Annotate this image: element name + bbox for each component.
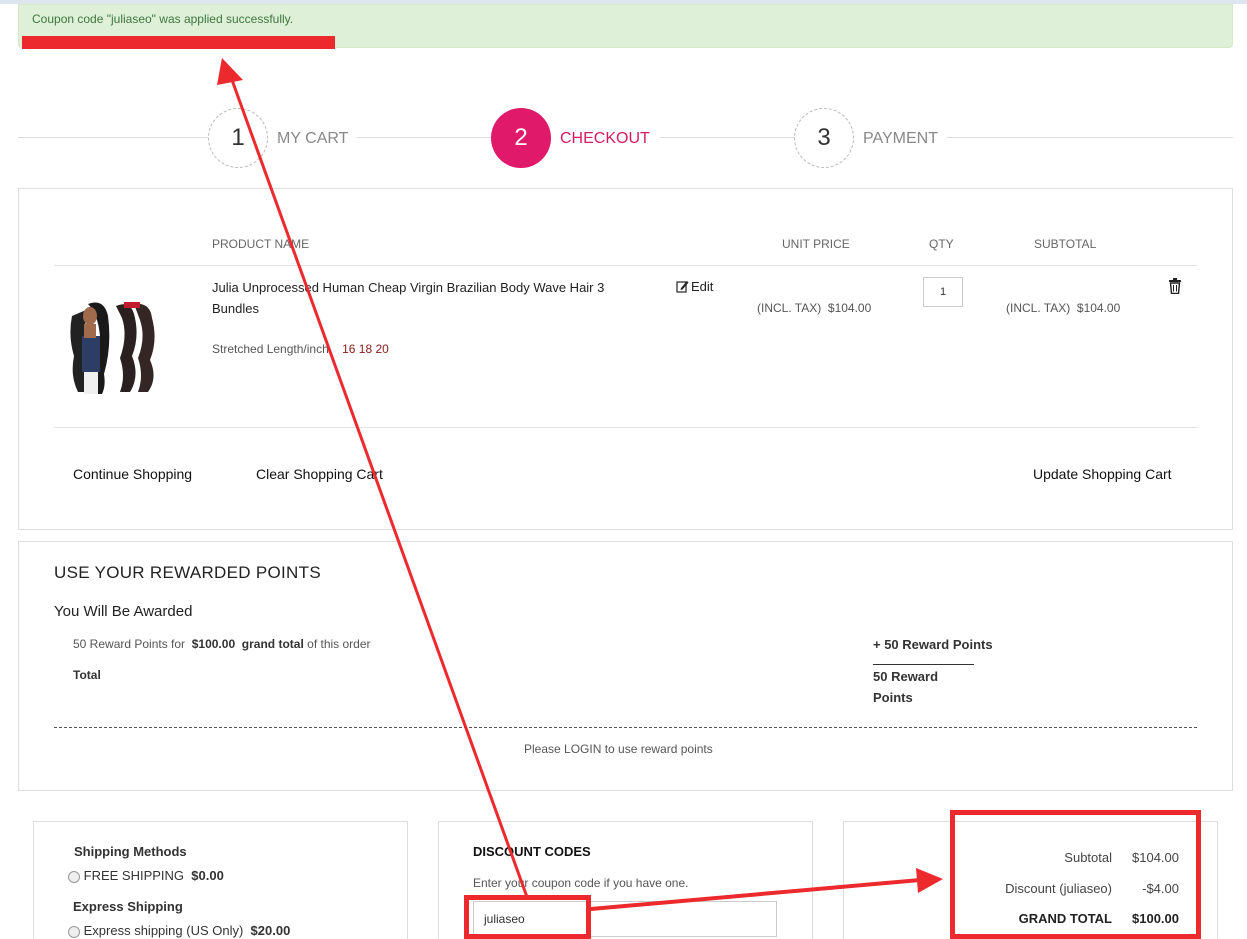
express-shipping-label: Express shipping (US Only) [83, 923, 244, 938]
rewards-line-suffix: of this order [307, 637, 371, 651]
unit-price: (INCL. TAX) $104.00 [757, 301, 871, 315]
rewards-title: USE YOUR REWARDED POINTS [54, 563, 321, 582]
annotation-arrowhead [217, 58, 243, 85]
rewards-plus-points: + 50 Reward Points [873, 637, 993, 652]
express-shipping-option[interactable]: Express shipping (US Only) $20.00 [68, 923, 290, 938]
header-unit-price: UNIT PRICE [782, 237, 850, 251]
step-1-label[interactable]: MY CART [277, 130, 348, 148]
free-shipping-option[interactable]: FREE SHIPPING $0.00 [68, 868, 224, 883]
free-shipping-price: $0.00 [191, 868, 224, 883]
subtotal-value: $104.00 [1076, 301, 1121, 315]
steps-line [357, 137, 492, 138]
annotation-box-coupon [464, 895, 591, 939]
rewards-line-bold: grand total [241, 637, 304, 651]
rewards-line-prefix: 50 Reward Points for [73, 637, 186, 651]
header-subtotal: SUBTOTAL [1034, 237, 1097, 251]
header-product-name: PRODUCT NAME [212, 237, 310, 251]
step-2-label[interactable]: CHECKOUT [560, 130, 650, 148]
trash-icon[interactable] [1168, 278, 1182, 294]
rewards-divider [54, 727, 1197, 728]
rewards-login-note[interactable]: Please LOGIN to use reward points [524, 742, 713, 756]
qty-input[interactable]: 1 [923, 277, 963, 307]
edit-item-link[interactable]: Edit [676, 279, 713, 294]
step-3-circle[interactable]: 3 [794, 108, 854, 168]
express-shipping-title: Express Shipping [73, 899, 183, 914]
rewards-description: 50 Reward Points for $100.00 grand total… [73, 637, 371, 651]
shipping-title: Shipping Methods [74, 844, 187, 859]
clear-cart-button[interactable]: Clear Shopping Cart [256, 466, 383, 482]
option-label: Stretched Length/inch [212, 342, 329, 356]
annotation-underline [22, 36, 335, 49]
product-image[interactable] [64, 296, 164, 396]
success-message-text: Coupon code "juliaseo" was applied succe… [32, 12, 294, 26]
continue-shopping-button[interactable]: Continue Shopping [73, 466, 192, 482]
table-divider [54, 427, 1197, 428]
rewards-subtitle: You Will Be Awarded [54, 603, 193, 620]
step-2-circle[interactable]: 2 [491, 108, 551, 168]
product-name-link[interactable]: Julia Unprocessed Human Cheap Virgin Bra… [212, 277, 652, 319]
free-shipping-radio[interactable] [68, 870, 80, 883]
table-divider [54, 265, 1197, 266]
express-shipping-price: $20.00 [250, 923, 291, 938]
step-1-circle[interactable]: 1 [208, 108, 268, 168]
steps-line [18, 137, 208, 138]
update-cart-button[interactable]: Update Shopping Cart [1033, 466, 1172, 482]
steps-line [947, 137, 1233, 138]
edit-icon [676, 281, 689, 293]
express-shipping-radio[interactable] [68, 925, 80, 938]
row-subtotal: (INCL. TAX) $104.00 [1006, 301, 1120, 315]
discount-title: DISCOUNT CODES [473, 844, 591, 859]
discount-hint: Enter your coupon code if you have one. [473, 876, 689, 890]
unit-price-tax-label: (INCL. TAX) [757, 301, 822, 315]
rewards-total-value-1: 50 Reward [873, 669, 939, 684]
product-option: Stretched Length/inch 16 18 20 [212, 340, 389, 358]
free-shipping-label: FREE SHIPPING [83, 868, 185, 883]
rewards-line-amount: $100.00 [191, 637, 236, 651]
annotation-box-totals [950, 810, 1201, 939]
rewards-total-rule [873, 664, 974, 665]
step-3-label[interactable]: PAYMENT [863, 130, 938, 148]
steps-line [660, 137, 795, 138]
option-value: 16 18 20 [342, 342, 389, 356]
header-qty: QTY [929, 237, 954, 251]
edit-label: Edit [691, 279, 714, 294]
rewards-total-value-2: Points [873, 690, 913, 705]
subtotal-tax-label: (INCL. TAX) [1006, 301, 1071, 315]
unit-price-value: $104.00 [827, 301, 872, 315]
rewards-total-label: Total [73, 668, 101, 682]
